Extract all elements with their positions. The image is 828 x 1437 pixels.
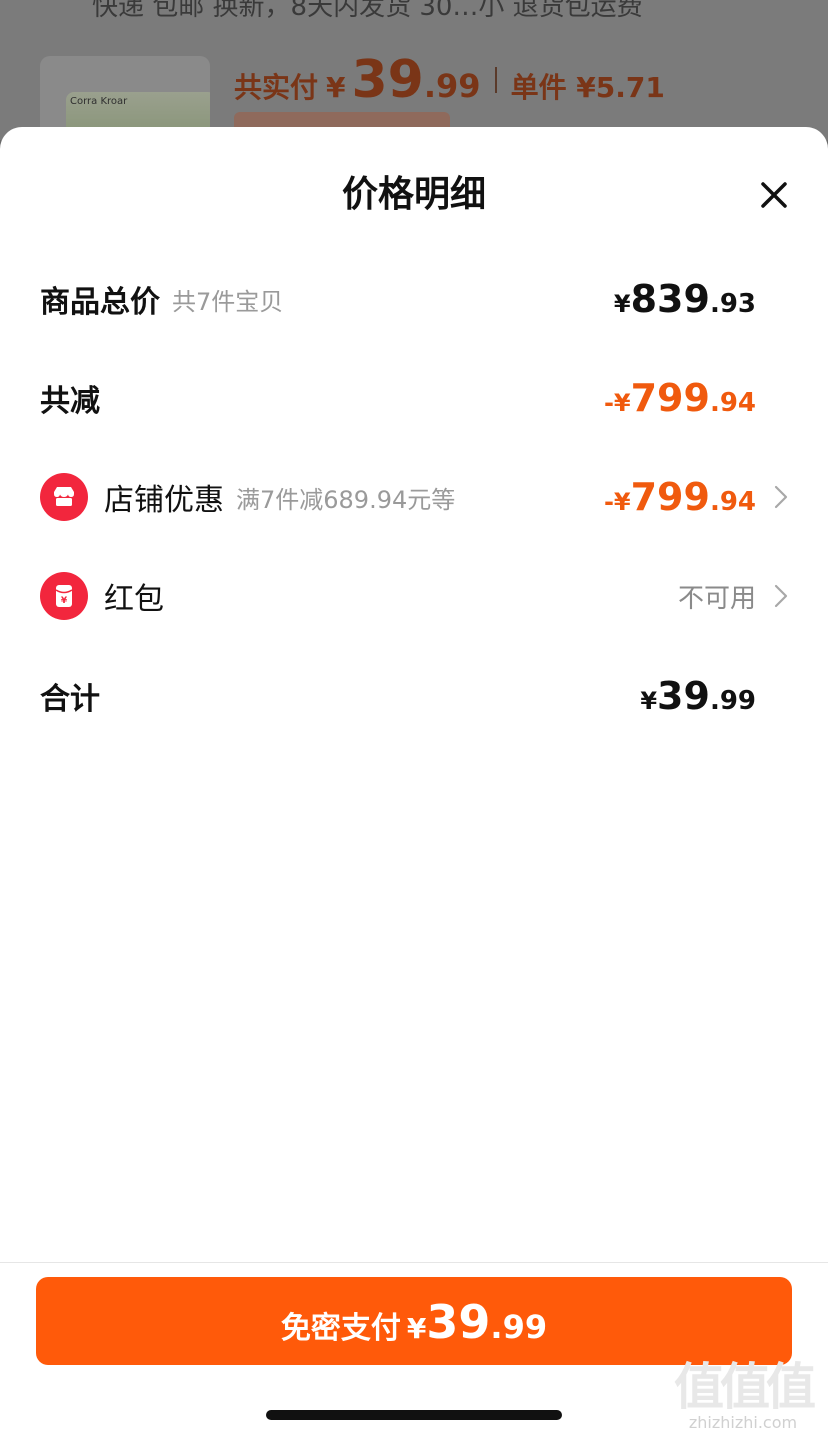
background-price-dec: .99 [423,67,481,105]
footer-divider [0,1262,828,1263]
background-page: 快递 包邮 换新，8天内发货 30…小 退货包运费 Corra Kroar 共实… [0,0,828,146]
chevron-right-icon [772,484,790,510]
pay-button-currency: ¥ [406,1312,427,1345]
close-button[interactable] [756,177,792,213]
watermark: 值值值 zhizhizhi.com [668,1347,818,1432]
home-indicator[interactable] [266,1410,562,1420]
price-detail-sheet: 价格明细 商品总价 共7件宝贝 ¥839.93 共减 -¥799.94 店铺优惠… [0,127,828,1437]
discount-amount: -¥799.94 [603,376,756,420]
sum-label: 合计 [40,682,100,717]
red-packet-status-wrap: 不可用 [678,578,790,615]
discount-row: 共减 -¥799.94 [40,368,790,428]
chevron-right-icon [772,583,790,609]
background-price-int: 39 [351,50,424,110]
background-unit-price: 单件 ¥5.71 [510,71,665,104]
background-price-currency: ¥ [326,71,346,104]
pay-button-label: 免密支付 [280,1311,401,1346]
shop-icon [40,473,88,521]
pay-button-dec: .99 [490,1308,548,1346]
pay-button-int: 39 [426,1295,491,1349]
total-items-count: 共7件宝贝 [172,287,284,316]
shop-offer-label: 店铺优惠 [104,483,224,518]
red-packet-label: 红包 [104,582,164,617]
total-price-row: 商品总价 共7件宝贝 ¥839.93 [40,269,790,329]
red-packet-status: 不可用 [677,583,756,614]
sheet-title: 价格明细 [341,174,486,215]
discount-label: 共减 [40,384,100,419]
shop-offer-amount: -¥799.94 [604,475,790,519]
close-icon [761,182,787,208]
total-price-amount: ¥839.93 [613,277,756,321]
watermark-logo: 值值值 [674,1358,816,1416]
sum-row: 合计 ¥39.99 [40,666,790,726]
red-packet-icon: ¥ [40,572,88,620]
product-brand-text: Corra Kroar [70,96,128,107]
background-price-label: 共实付 [234,71,319,104]
background-price: 共实付 ¥ 39 .99 单件 ¥5.71 [234,50,665,110]
background-shipping-text: 快递 包邮 换新，8天内发货 30…小 退货包运费 [92,0,643,22]
shop-offer-row[interactable]: 店铺优惠 满7件减689.94元等 -¥799.94 [40,467,790,527]
watermark-site: zhizhizhi.com [688,1413,798,1432]
shop-offer-desc: 满7件减689.94元等 [236,485,456,514]
red-packet-row[interactable]: ¥ 红包 不可用 [40,566,790,626]
total-price-label: 商品总价 [40,285,160,320]
sum-amount: ¥39.99 [640,674,756,718]
svg-text:¥: ¥ [61,596,68,606]
divider [494,67,497,93]
